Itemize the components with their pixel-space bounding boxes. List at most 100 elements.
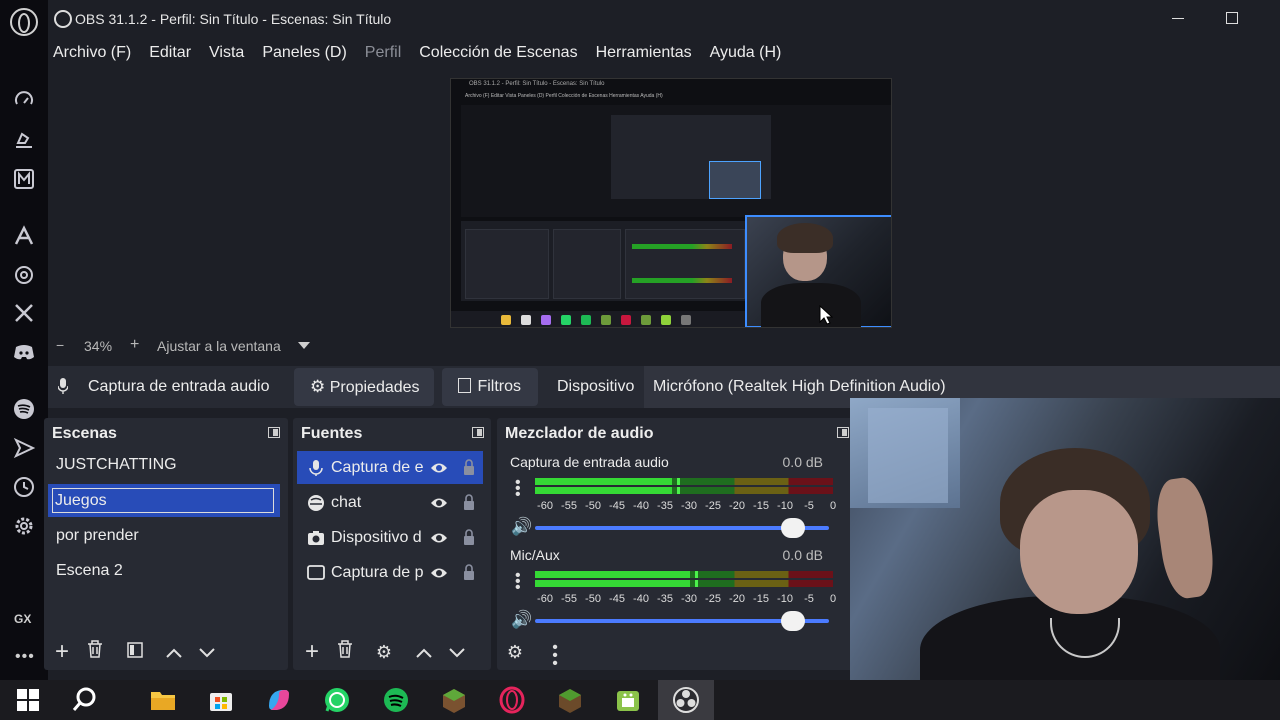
chatgpt-icon[interactable] <box>12 264 36 288</box>
kebab-menu-icon[interactable]: • • • <box>543 640 567 672</box>
lock-icon[interactable] <box>463 458 475 476</box>
source-item-selected[interactable]: Captura de e <box>297 451 483 484</box>
undock-icon[interactable] <box>472 427 484 438</box>
minimize-button[interactable] <box>1172 18 1184 19</box>
source-item[interactable]: chat <box>297 486 483 519</box>
microphone-icon <box>58 378 68 394</box>
obs-icon[interactable] <box>672 686 700 714</box>
eye-icon[interactable] <box>430 564 448 582</box>
obs-logo-icon <box>54 10 72 28</box>
search-icon[interactable] <box>71 686 99 714</box>
menu-perfil[interactable]: Perfil <box>365 44 401 62</box>
trash-icon[interactable] <box>83 640 107 664</box>
zoom-in-button[interactable]: + <box>130 336 139 354</box>
sources-dock: Fuentes Captura de e chat Dispositivo d … <box>293 418 491 670</box>
source-name: Dispositivo d <box>331 529 422 546</box>
filters-button[interactable]: Filtros <box>442 368 538 406</box>
scene-item[interactable]: por prender <box>48 519 280 552</box>
preview-area: OBS 31.1.2 - Perfil: Sin Título - Escena… <box>48 68 1280 334</box>
chevron-down-icon[interactable] <box>298 342 310 349</box>
kebab-menu-icon[interactable]: • • • <box>515 568 521 596</box>
preview-task-icon <box>521 315 531 325</box>
speaker-icon[interactable]: 🔊 <box>511 611 532 629</box>
preview-task-icon <box>581 315 591 325</box>
properties-button[interactable]: ⚙ Propiedades <box>294 368 434 406</box>
preview-task-icon <box>621 315 631 325</box>
menu-archivo[interactable]: Archivo (F) <box>53 44 131 62</box>
x-twitter-icon[interactable] <box>12 302 36 326</box>
camera-icon <box>308 531 324 545</box>
whatsapp-icon[interactable] <box>323 686 351 714</box>
opera-gx-icon[interactable] <box>498 686 526 714</box>
more-icon[interactable]: ••• <box>15 648 35 666</box>
add-scene-button[interactable]: + <box>50 640 74 664</box>
move-up-icon[interactable] <box>162 640 186 664</box>
copilot-icon[interactable] <box>265 686 293 714</box>
lock-icon[interactable] <box>463 563 475 581</box>
volume-slider-handle[interactable] <box>781 611 805 631</box>
device-label: Dispositivo <box>557 378 635 395</box>
eye-icon[interactable] <box>430 529 448 547</box>
scene-item-selected[interactable]: Juegos <box>48 484 280 517</box>
menu-coleccion-escenas[interactable]: Colección de Escenas <box>419 44 577 62</box>
lock-icon[interactable] <box>463 528 475 546</box>
file-explorer-icon[interactable] <box>149 686 177 714</box>
gear-icon: ⚙ <box>310 377 326 396</box>
trash-icon[interactable] <box>333 640 357 664</box>
preview-webcam-person-hair <box>777 223 833 253</box>
microsoft-store-icon[interactable] <box>207 686 235 714</box>
minecraft-icon[interactable] <box>440 686 468 714</box>
menu-vista[interactable]: Vista <box>209 44 244 62</box>
menu-ayuda[interactable]: Ayuda (H) <box>710 44 782 62</box>
undock-icon[interactable] <box>837 427 849 438</box>
eye-icon[interactable] <box>430 459 448 477</box>
history-icon[interactable] <box>12 476 36 500</box>
speaker-icon[interactable]: 🔊 <box>511 518 532 536</box>
undock-icon[interactable] <box>268 427 280 438</box>
scene-item[interactable]: Escena 2 <box>48 554 280 587</box>
move-up-icon[interactable] <box>412 640 436 664</box>
preview-task-icon <box>661 315 671 325</box>
menu-editar[interactable]: Editar <box>149 44 191 62</box>
source-item[interactable]: Dispositivo d <box>297 521 483 554</box>
scenes-toolbar: + <box>44 634 288 670</box>
webcam-overlay <box>850 398 1280 680</box>
mail-icon[interactable] <box>12 168 36 192</box>
scene-filters-icon[interactable] <box>123 640 147 664</box>
speed-dial-icon[interactable] <box>12 90 36 114</box>
kebab-menu-icon[interactable]: • • • <box>515 475 521 503</box>
source-item[interactable]: Captura de p <box>297 556 483 589</box>
windows-start-icon[interactable] <box>14 686 42 714</box>
volume-slider-handle[interactable] <box>781 518 805 538</box>
preview-task-icon <box>601 315 611 325</box>
discord-icon[interactable] <box>12 341 36 365</box>
zoom-fit-select[interactable]: Ajustar a la ventana <box>157 338 281 354</box>
move-down-icon[interactable] <box>445 640 469 664</box>
meter-level <box>535 478 673 485</box>
lock-icon[interactable] <box>463 493 475 511</box>
menu-herramientas[interactable]: Herramientas <box>596 44 692 62</box>
add-source-button[interactable]: + <box>300 640 324 664</box>
preview-webcam-source[interactable] <box>745 215 891 327</box>
eye-icon[interactable] <box>430 494 448 512</box>
meter-scale-tick: -40 <box>633 593 649 605</box>
spotify-icon[interactable] <box>382 686 410 714</box>
flow-icon[interactable] <box>12 129 36 153</box>
gear-icon[interactable]: ⚙ <box>372 640 396 664</box>
move-down-icon[interactable] <box>195 640 219 664</box>
settings-icon[interactable] <box>12 515 36 539</box>
menu-paneles[interactable]: Paneles (D) <box>262 44 346 62</box>
maximize-button[interactable] <box>1226 12 1238 24</box>
send-icon[interactable] <box>12 437 36 461</box>
aria-icon[interactable] <box>12 225 36 249</box>
advanced-audio-icon[interactable]: ⚙ <box>503 640 527 664</box>
scene-item[interactable]: JUSTCHATTING <box>48 448 280 481</box>
preview-nested-meter <box>632 244 732 249</box>
opera-gx-logo[interactable] <box>10 8 38 36</box>
android-icon[interactable] <box>614 686 642 714</box>
minecraft-launcher-icon[interactable] <box>556 686 584 714</box>
spotify-icon[interactable] <box>12 398 36 422</box>
channel-name: Captura de entrada audio <box>510 454 669 470</box>
program-preview[interactable]: OBS 31.1.2 - Perfil: Sin Título - Escena… <box>450 78 892 328</box>
zoom-out-button[interactable]: − <box>56 337 64 353</box>
